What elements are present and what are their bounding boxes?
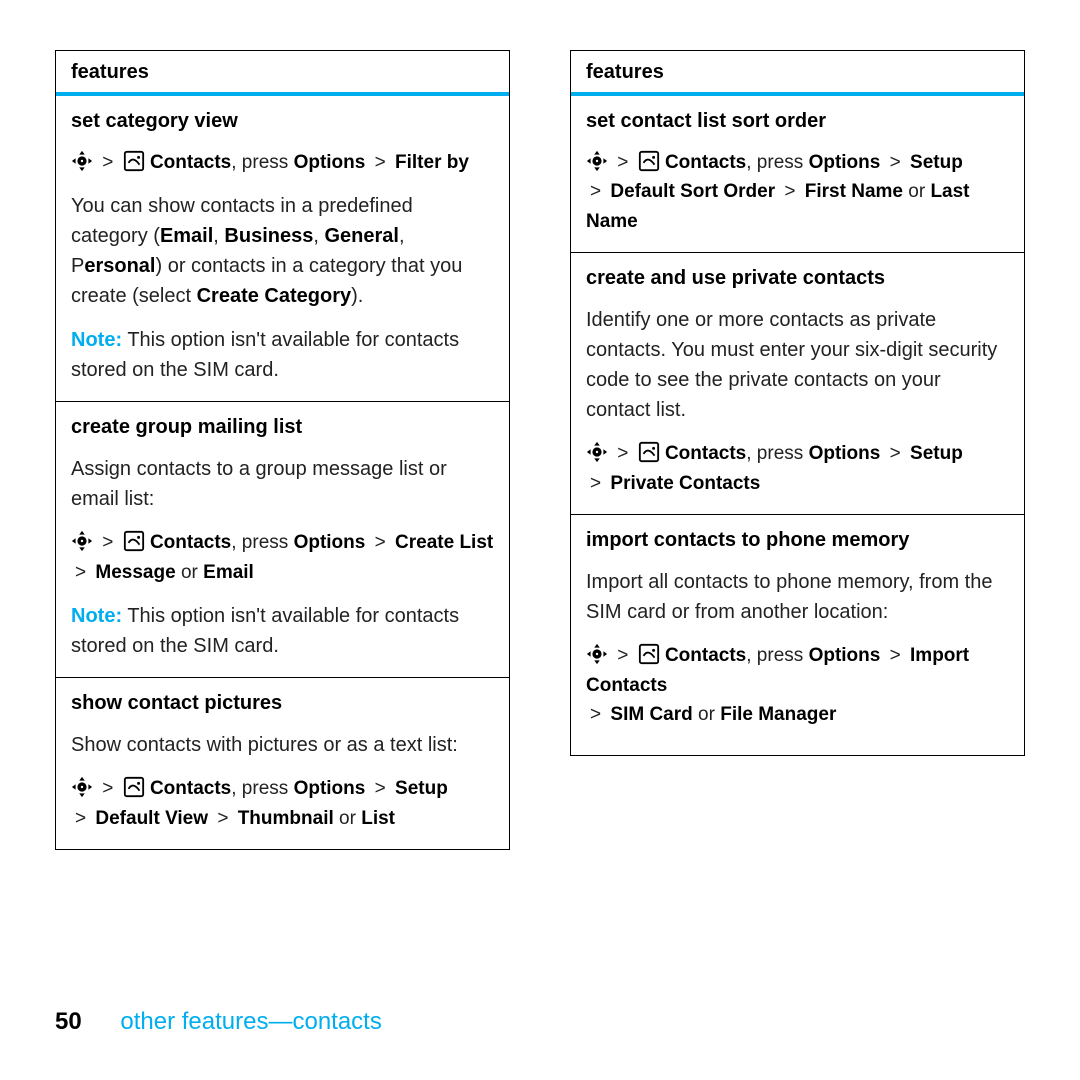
- contacts-icon: [123, 776, 145, 798]
- nav-path: > Contacts, press Options > Import Conta…: [586, 641, 1009, 729]
- nav-path: > Contacts, press Options > Setup > Priv…: [586, 439, 1009, 498]
- feature-private-contacts: create and use private contacts Identify…: [571, 253, 1024, 515]
- nav-key-icon: [586, 150, 608, 172]
- nav-key-icon: [71, 150, 93, 172]
- nav-path: > Contacts, press Options > Setup > Defa…: [586, 148, 1009, 236]
- feature-import-contacts: import contacts to phone memory Import a…: [571, 515, 1024, 745]
- page-number: 50: [55, 1008, 82, 1035]
- nav-key-icon: [71, 776, 93, 798]
- col-header: features: [56, 51, 509, 96]
- nav-key-icon: [586, 643, 608, 665]
- feature-title: create group mailing list: [71, 412, 494, 442]
- contacts-icon: [638, 441, 660, 463]
- feature-title: set category view: [71, 106, 494, 136]
- feature-set-category-view: set category view > Contacts, press Opti…: [56, 96, 509, 402]
- nav-key-icon: [586, 441, 608, 463]
- feature-body: You can show contacts in a predefined ca…: [71, 191, 494, 311]
- contacts-icon: [123, 150, 145, 172]
- feature-title: set contact list sort order: [586, 106, 1009, 136]
- feature-sort-order: set contact list sort order > Contacts, …: [571, 96, 1024, 253]
- feature-title: create and use private contacts: [586, 263, 1009, 293]
- page-footer: 50 other features—contacts: [55, 1008, 382, 1036]
- section-title: other features—contacts: [120, 1008, 381, 1035]
- contacts-icon: [123, 530, 145, 552]
- nav-path: > Contacts, press Options > Create List …: [71, 528, 494, 587]
- feature-note: Note: This option isn't available for co…: [71, 601, 494, 661]
- nav-path: > Contacts, press Options > Filter by: [71, 148, 494, 177]
- feature-note: Note: This option isn't available for co…: [71, 325, 494, 385]
- features-table-right: features set contact list sort order > C…: [570, 50, 1025, 756]
- nav-path: > Contacts, press Options > Setup > Defa…: [71, 774, 494, 833]
- contacts-icon: [638, 643, 660, 665]
- col-header: features: [571, 51, 1024, 96]
- feature-body: Assign contacts to a group message list …: [71, 454, 494, 514]
- feature-show-contact-pictures: show contact pictures Show contacts with…: [56, 678, 509, 849]
- feature-body: Identify one or more contacts as private…: [586, 305, 1009, 425]
- nav-key-icon: [71, 530, 93, 552]
- feature-body: Import all contacts to phone memory, fro…: [586, 567, 1009, 627]
- features-table-left: features set category view > Contacts, p…: [55, 50, 510, 850]
- feature-title: show contact pictures: [71, 688, 494, 718]
- feature-create-group-mailing-list: create group mailing list Assign contact…: [56, 402, 509, 678]
- contacts-icon: [638, 150, 660, 172]
- feature-title: import contacts to phone memory: [586, 525, 1009, 555]
- feature-body: Show contacts with pictures or as a text…: [71, 730, 494, 760]
